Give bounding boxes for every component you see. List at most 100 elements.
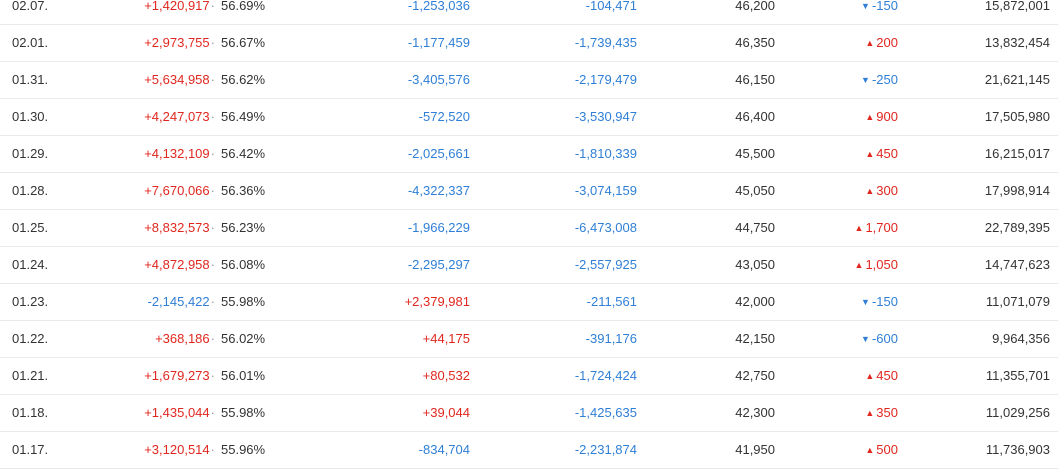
close-price-cell: 42,300 (735, 405, 775, 420)
price-change-value: 500 (876, 442, 898, 457)
date-cell: 01.31. (12, 72, 49, 87)
institution-net-cell: +44,175 (422, 331, 470, 346)
foreign-net-cell: +4,132,109· (144, 136, 216, 172)
table-row: 01.22. +368,186· 56.02% +44,175 -391,176… (0, 321, 1058, 358)
individual-net-cell: -1,739,435 (574, 35, 637, 50)
volume-cell: 21,621,145 (984, 72, 1050, 87)
individual-net-cell: -3,530,947 (574, 109, 637, 124)
institution-net-cell: -572,520 (418, 109, 470, 124)
table-row: 02.01. +2,973,755· 56.67% -1,177,459 -1,… (0, 25, 1058, 62)
separator-dot: · (210, 0, 215, 13)
close-price-cell: 46,200 (735, 0, 775, 13)
individual-net-cell: -104,471 (585, 0, 637, 13)
foreign-net-cell: +4,872,958· (144, 247, 216, 283)
price-change-cell: ▲ 500 (865, 432, 898, 468)
institution-net-cell: -4,322,337 (407, 183, 470, 198)
price-change-cell: ▲ 450 (865, 136, 898, 172)
individual-net-cell: -2,231,874 (574, 442, 637, 457)
volume-cell: 17,998,914 (984, 183, 1050, 198)
date-cell: 01.17. (12, 442, 49, 457)
volume-cell: 11,355,701 (985, 368, 1050, 383)
separator-dot: · (210, 220, 215, 235)
date-cell: 01.21. (12, 368, 49, 383)
price-change-cell: ▼ -150 (861, 0, 898, 24)
foreign-net-cell: +1,420,917· (144, 0, 216, 24)
individual-net-cell: -391,176 (585, 331, 637, 346)
price-change-value: -250 (871, 72, 898, 87)
foreign-net-value: +8,832,573 (144, 220, 210, 235)
institution-net-cell: -3,405,576 (407, 72, 470, 87)
date-cell: 01.23. (12, 294, 49, 309)
foreign-net-value: +368,186 (155, 331, 210, 346)
institution-net-cell: -834,704 (418, 442, 470, 457)
price-change-cell: ▲ 1,700 (855, 210, 898, 246)
foreign-net-value: -2,145,422 (147, 294, 210, 309)
separator-dot: · (210, 146, 215, 161)
individual-net-cell: -1,810,339 (574, 146, 637, 161)
institution-net-cell: -1,177,459 (407, 35, 470, 50)
foreign-net-value: +1,420,917 (144, 0, 210, 13)
triangle-up-icon: ▲ (865, 186, 875, 196)
date-cell: 01.28. (12, 183, 49, 198)
foreign-ratio-cell: 56.69% (221, 0, 266, 13)
close-price-cell: 43,050 (735, 257, 775, 272)
institution-net-cell: +39,044 (422, 405, 470, 420)
date-cell: 01.29. (12, 146, 49, 161)
separator-dot: · (210, 72, 215, 87)
foreign-net-cell: +368,186· (155, 321, 216, 357)
institution-net-cell: -1,966,229 (407, 220, 470, 235)
foreign-net-cell: -2,145,422· (147, 284, 216, 320)
price-change-value: -150 (871, 0, 898, 13)
price-change-cell: ▼ -250 (861, 62, 898, 98)
foreign-ratio-cell: 56.67% (221, 35, 266, 50)
separator-dot: · (210, 405, 215, 420)
table-row: 02.07. +1,420,917· 56.69% -1,253,036 -10… (0, 0, 1058, 25)
price-change-value: 1,700 (865, 220, 898, 235)
foreign-net-value: +4,132,109 (144, 146, 210, 161)
foreign-ratio-cell: 56.08% (221, 257, 266, 272)
triangle-down-icon: ▼ (861, 1, 870, 11)
volume-cell: 13,832,454 (984, 35, 1050, 50)
triangle-up-icon: ▲ (865, 149, 875, 159)
volume-cell: 15,872,001 (984, 0, 1050, 13)
price-change-value: -600 (871, 331, 898, 346)
table-row: 01.21. +1,679,273· 56.01% +80,532 -1,724… (0, 358, 1058, 395)
price-change-value: -150 (871, 294, 898, 309)
price-change-value: 450 (876, 368, 898, 383)
close-price-cell: 45,500 (735, 146, 775, 161)
separator-dot: · (210, 257, 215, 272)
foreign-net-value: +5,634,958 (144, 72, 210, 87)
close-price-cell: 44,750 (735, 220, 775, 235)
institution-net-cell: +2,379,981 (404, 294, 470, 309)
price-change-cell: ▲ 200 (865, 25, 898, 61)
foreign-net-value: +4,247,073 (144, 109, 210, 124)
table-row: 01.31. +5,634,958· 56.62% -3,405,576 -2,… (0, 62, 1058, 99)
price-change-cell: ▲ 350 (865, 395, 898, 431)
foreign-net-value: +4,872,958 (144, 257, 210, 272)
individual-net-cell: -211,561 (586, 294, 637, 309)
price-change-value: 900 (876, 109, 898, 124)
volume-cell: 11,029,256 (985, 405, 1050, 420)
price-change-cell: ▲ 300 (865, 173, 898, 209)
foreign-ratio-cell: 55.98% (221, 294, 266, 309)
price-change-cell: ▲ 900 (865, 99, 898, 135)
volume-cell: 14,747,623 (984, 257, 1050, 272)
table-row: 01.18. +1,435,044· 55.98% +39,044 -1,425… (0, 395, 1058, 432)
separator-dot: · (210, 442, 215, 457)
separator-dot: · (210, 35, 215, 50)
foreign-net-cell: +2,973,755· (144, 25, 216, 61)
individual-net-cell: -2,179,479 (574, 72, 637, 87)
institution-net-cell: +80,532 (422, 368, 470, 383)
triangle-up-icon: ▲ (865, 445, 875, 455)
individual-net-cell: -2,557,925 (574, 257, 637, 272)
close-price-cell: 46,150 (735, 72, 775, 87)
individual-net-cell: -1,724,424 (574, 368, 637, 383)
date-cell: 01.25. (12, 220, 49, 235)
close-price-cell: 46,400 (735, 109, 775, 124)
individual-net-cell: -3,074,159 (574, 183, 637, 198)
foreign-net-cell: +1,435,044· (144, 395, 216, 431)
foreign-net-cell: +8,832,573· (144, 210, 216, 246)
foreign-net-cell: +7,670,066· (144, 173, 216, 209)
price-change-cell: ▲ 1,050 (855, 247, 898, 283)
foreign-net-value: +1,679,273 (144, 368, 210, 383)
